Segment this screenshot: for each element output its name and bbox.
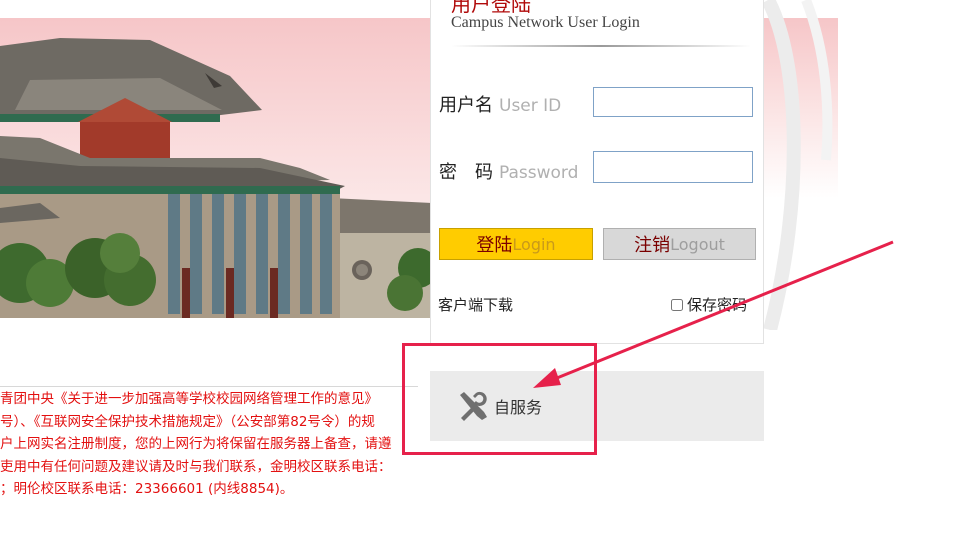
username-input[interactable] <box>593 87 753 117</box>
campus-building-image <box>0 18 432 318</box>
notice-line: ；明伦校区联系电话：23366601 (内线8854)。 <box>0 481 294 497</box>
login-subtitle: Campus Network User Login <box>451 14 640 31</box>
client-download-link[interactable]: 客户端下载 <box>438 294 513 315</box>
password-label-en: Password <box>499 163 579 183</box>
logout-button-label: 注销 <box>634 235 671 256</box>
notice-line: 户上网实名注册制度，您的上网行为将保留在服务器上备查，请遵 <box>0 436 392 452</box>
notice-text: 青团中央《关于进一步加强高等学校校园网络管理工作的意见》 号）、《互联网安全保护… <box>0 388 418 501</box>
username-label: 用户名 User ID <box>439 91 561 117</box>
notice-line: 青团中央《关于进一步加强高等学校校园网络管理工作的意见》 <box>0 391 378 407</box>
login-button-label: 登陆 <box>476 235 513 256</box>
password-label-cn: 密 码 <box>439 162 493 183</box>
notice-line: 吏用中有任何问题及建议请及时与我们联系，金明校区联系电话： <box>0 458 392 475</box>
password-input[interactable] <box>593 151 753 183</box>
annotation-highlight-box <box>402 343 597 455</box>
password-label: 密 码 Password <box>439 158 578 184</box>
login-panel: 用户登陆 Campus Network User Login 用户名 User I… <box>430 0 764 344</box>
username-label-en: User ID <box>499 96 562 116</box>
decorative-arc <box>761 0 833 330</box>
username-label-cn: 用户名 <box>439 95 493 116</box>
login-button[interactable]: 登陆 Login <box>439 228 593 260</box>
remember-password-label: 保存密码 <box>687 296 748 314</box>
notice-divider <box>0 386 418 387</box>
logout-button[interactable]: 注销 Logout <box>603 228 756 260</box>
remember-password-checkbox[interactable] <box>671 298 683 311</box>
login-button-label-en: Login <box>512 234 556 254</box>
remember-password[interactable]: 保存密码 <box>671 294 747 315</box>
logout-button-label-en: Logout <box>670 234 725 254</box>
title-divider <box>451 45 751 47</box>
notice-line: 号）、《互联网安全保护技术措施规定》（公安部第82号令）的规 <box>0 413 375 430</box>
